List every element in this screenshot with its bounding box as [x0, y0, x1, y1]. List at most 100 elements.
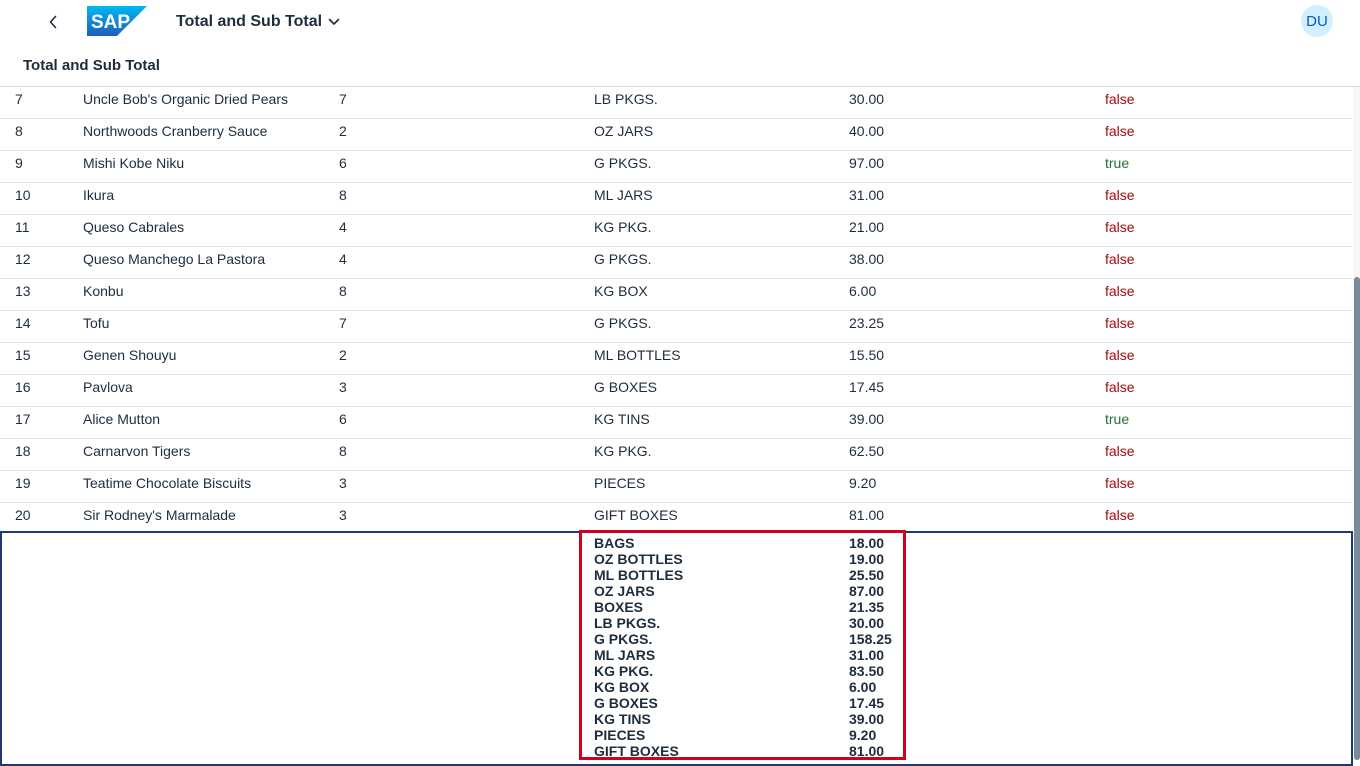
- cell-category: 8: [339, 443, 347, 459]
- cell-product-name: Queso Manchego La Pastora: [83, 251, 266, 267]
- table-row[interactable]: 9 Mishi Kobe Niku 6 G PKGS. 97.00 true: [0, 151, 1352, 183]
- app-title-menu[interactable]: Total and Sub Total: [176, 11, 340, 33]
- cell-discontinued: false: [1105, 507, 1135, 523]
- subtotal-unit: ML JARS: [594, 647, 656, 663]
- cell-id: 17: [15, 411, 31, 427]
- cell-unit: KG PKG.: [594, 219, 652, 235]
- cell-price: 38.00: [849, 251, 885, 267]
- cell-category: 3: [339, 379, 347, 395]
- subtotal-value: 6.00: [849, 679, 877, 695]
- cell-category: 8: [339, 283, 347, 299]
- cell-price: 15.50: [849, 347, 885, 363]
- subtotal-unit: BOXES: [594, 599, 644, 615]
- table-row[interactable]: 11 Queso Cabrales 4 KG PKG. 21.00 false: [0, 215, 1352, 247]
- cell-discontinued: false: [1105, 283, 1135, 299]
- table-row[interactable]: 17 Alice Mutton 6 KG TINS 39.00 true: [0, 407, 1352, 439]
- subtotal-value: 17.45: [849, 695, 885, 711]
- cell-discontinued: false: [1105, 219, 1135, 235]
- sap-logo[interactable]: SAP: [87, 6, 147, 36]
- cell-discontinued: false: [1105, 123, 1135, 139]
- cell-product-name: Uncle Bob's Organic Dried Pears: [83, 91, 288, 107]
- cell-category: 3: [339, 507, 347, 523]
- cell-unit: G BOXES: [594, 379, 658, 395]
- cell-product-name: Genen Shouyu: [83, 347, 177, 363]
- back-button[interactable]: [38, 8, 68, 36]
- table-row[interactable]: 7 Uncle Bob's Organic Dried Pears 7 LB PKGS…: [0, 87, 1352, 119]
- subtotal-unit: G PKGS.: [594, 631, 653, 647]
- subtotal-unit: LB PKGS.: [594, 615, 661, 631]
- table-row[interactable]: 8 Northwoods Cranberry Sauce 2 OZ JARS 40.00…: [0, 119, 1352, 151]
- subtotal-value: 9.20: [849, 727, 877, 743]
- scrollbar-thumb[interactable]: [1354, 277, 1360, 760]
- cell-id: 19: [15, 475, 31, 491]
- cell-id: 7: [15, 91, 23, 107]
- cell-price: 97.00: [849, 155, 885, 171]
- cell-unit: KG PKG.: [594, 443, 652, 459]
- cell-price: 6.00: [849, 283, 877, 299]
- subtotal-value: 158.25: [849, 631, 892, 647]
- cell-id: 20: [15, 507, 31, 523]
- cell-discontinued: false: [1105, 475, 1135, 491]
- chevron-left-icon: [49, 15, 57, 29]
- cell-discontinued: false: [1105, 251, 1135, 267]
- cell-category: 3: [339, 475, 347, 491]
- cell-id: 10: [15, 187, 31, 203]
- cell-price: 39.00: [849, 411, 885, 427]
- cell-discontinued: false: [1105, 91, 1135, 107]
- subtotal-unit: ML BOTTLES: [594, 567, 684, 583]
- cell-discontinued: false: [1105, 347, 1135, 363]
- cell-unit: PIECES: [594, 475, 646, 491]
- subtotal-unit: PIECES: [594, 727, 646, 743]
- cell-discontinued: false: [1105, 315, 1135, 331]
- table-row[interactable]: 10 Ikura 8 ML JARS 31.00 false: [0, 183, 1352, 215]
- subtotal-unit: KG BOX: [594, 679, 650, 695]
- cell-product-name: Ikura: [83, 187, 115, 203]
- cell-discontinued: false: [1105, 187, 1135, 203]
- table-row[interactable]: 19 Teatime Chocolate Biscuits 3 PIECES 9.20 f…: [0, 471, 1352, 503]
- cell-unit: G PKGS.: [594, 155, 652, 171]
- cell-product-name: Konbu: [83, 283, 124, 299]
- table-row[interactable]: 13 Konbu 8 KG BOX 6.00 false: [0, 279, 1352, 311]
- cell-category: 8: [339, 187, 347, 203]
- cell-price: 9.20: [849, 475, 877, 491]
- table-row[interactable]: 18 Carnarvon Tigers 8 KG PKG. 62.50 false: [0, 439, 1352, 471]
- cell-product-name: Sir Rodney's Marmalade: [83, 507, 236, 523]
- subtotal-unit: G BOXES: [594, 695, 658, 711]
- app-title: Total and Sub Total: [176, 13, 323, 30]
- table-row[interactable]: 14 Tofu 7 G PKGS. 23.25 false: [0, 311, 1352, 343]
- table-row[interactable]: 12 Queso Manchego La Pastora 4 G PKGS. 38.00…: [0, 247, 1352, 279]
- cell-category: 7: [339, 315, 347, 331]
- cell-unit: KG BOX: [594, 283, 648, 299]
- logo-text: SAP: [91, 12, 130, 33]
- subtotal-unit: BAGS: [594, 535, 635, 551]
- user-avatar[interactable]: DU: [1301, 5, 1333, 37]
- cell-discontinued: false: [1105, 443, 1135, 459]
- subtotal-unit: OZ BOTTLES: [594, 551, 683, 567]
- cell-category: 4: [339, 219, 347, 235]
- cell-product-name: Teatime Chocolate Biscuits: [83, 475, 252, 491]
- subtotal-value: 25.50: [849, 567, 885, 583]
- subtotal-value: 31.00: [849, 647, 885, 663]
- table-row[interactable]: 15 Genen Shouyu 2 ML BOTTLES 15.50 false: [0, 343, 1352, 375]
- page-title: Total and Sub Total: [23, 57, 160, 74]
- cell-price: 62.50: [849, 443, 885, 459]
- cell-id: 14: [15, 315, 31, 331]
- cell-category: 6: [339, 155, 347, 171]
- subtotal-value: 30.00: [849, 615, 885, 631]
- cell-price: 23.25: [849, 315, 885, 331]
- subtotal-value: 19.00: [849, 551, 885, 567]
- cell-unit: ML JARS: [594, 187, 653, 203]
- cell-discontinued: true: [1105, 411, 1130, 427]
- cell-unit: G PKGS.: [594, 251, 652, 267]
- cell-discontinued: true: [1105, 155, 1130, 171]
- cell-product-name: Tofu: [83, 315, 110, 331]
- cell-unit: KG TINS: [594, 411, 650, 427]
- table-row[interactable]: 16 Pavlova 3 G BOXES 17.45 false: [0, 375, 1352, 407]
- cell-product-name: Queso Cabrales: [83, 219, 185, 235]
- subtotal-value: 39.00: [849, 711, 885, 727]
- cell-product-name: Mishi Kobe Niku: [83, 155, 185, 171]
- cell-id: 8: [15, 123, 23, 139]
- subtotal-unit: OZ JARS: [594, 583, 655, 599]
- subtotal-value: 83.50: [849, 663, 885, 679]
- cell-product-name: Alice Mutton: [83, 411, 161, 427]
